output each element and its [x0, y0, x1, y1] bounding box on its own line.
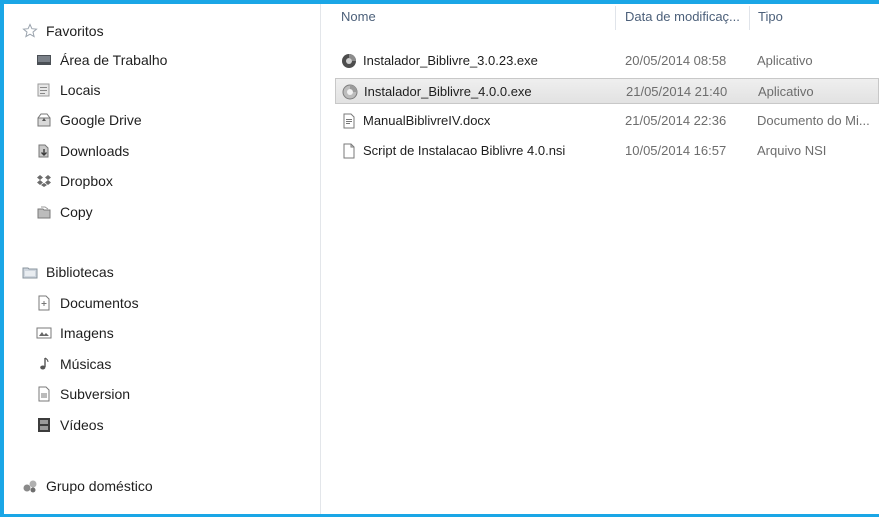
file-row[interactable]: Script de Instalacao Biblivre 4.0.nsi 10… — [335, 138, 879, 164]
nav-item-recent-places[interactable]: Locais — [36, 78, 100, 102]
nav-item-dropbox-label: Dropbox — [60, 173, 113, 189]
file-name: Instalador_Biblivre_4.0.0.exe — [364, 84, 532, 99]
file-icon — [341, 143, 357, 159]
column-header-date-label: Data de modificaç... — [625, 9, 740, 24]
column-header-date[interactable]: Data de modificaç... — [625, 4, 747, 32]
column-header-type-label: Tipo — [758, 9, 783, 24]
pictures-icon — [36, 325, 52, 341]
copy-folder-icon — [36, 204, 52, 220]
file-name-cell: Instalador_Biblivre_3.0.23.exe — [341, 48, 538, 74]
file-date: 10/05/2014 16:57 — [625, 143, 727, 158]
file-row[interactable]: Instalador_Biblivre_3.0.23.exe 20/05/201… — [335, 48, 879, 74]
installer-icon — [341, 53, 357, 69]
nav-homegroup-label: Grupo doméstico — [46, 478, 153, 494]
desktop-icon — [36, 52, 52, 68]
homegroup-icon — [22, 478, 38, 494]
nav-libraries-label: Bibliotecas — [46, 264, 114, 280]
nav-item-subversion[interactable]: Subversion — [36, 382, 130, 406]
documents-icon — [36, 295, 52, 311]
column-header-name[interactable]: Nome — [341, 4, 611, 32]
nav-item-copy-label: Copy — [60, 204, 93, 220]
nav-item-pictures[interactable]: Imagens — [36, 321, 114, 345]
nav-favorites[interactable]: Favoritos — [22, 19, 104, 43]
nav-item-downloads-label: Downloads — [60, 143, 130, 159]
file-list-pane: Nome Data de modificaç... Tipo Instalado… — [321, 4, 879, 514]
recent-places-icon — [36, 82, 52, 98]
file-date: 20/05/2014 08:58 — [625, 53, 727, 68]
nav-homegroup[interactable]: Grupo doméstico — [22, 474, 153, 498]
nav-item-google-drive-label: Google Drive — [60, 112, 142, 128]
nav-item-videos-label: Vídeos — [60, 417, 104, 433]
nav-item-google-drive[interactable]: Google Drive — [36, 108, 142, 132]
libraries-icon — [22, 264, 38, 280]
nav-item-downloads[interactable]: Downloads — [36, 139, 129, 163]
navigation-pane: Favoritos Área de Trabalho Locais Google… — [4, 4, 321, 514]
videos-icon — [36, 417, 52, 433]
star-icon — [22, 23, 38, 39]
file-name-cell: Script de Instalacao Biblivre 4.0.nsi — [341, 138, 565, 164]
file-name-cell: ManualBiblivreIV.docx — [341, 108, 490, 134]
file-type: Arquivo NSI — [757, 143, 827, 158]
nav-item-desktop[interactable]: Área de Trabalho — [36, 48, 167, 72]
downloads-icon — [36, 143, 52, 159]
installer-icon — [342, 84, 358, 100]
nav-item-music-label: Músicas — [60, 356, 112, 372]
nav-libraries[interactable]: Bibliotecas — [22, 260, 114, 284]
file-name-cell: Instalador_Biblivre_4.0.0.exe — [342, 79, 532, 105]
file-type: Aplicativo — [757, 53, 813, 68]
column-header-type[interactable]: Tipo — [758, 4, 868, 32]
file-date: 21/05/2014 22:36 — [625, 113, 727, 128]
column-separator[interactable] — [749, 6, 750, 30]
nav-item-dropbox[interactable]: Dropbox — [36, 169, 113, 193]
music-icon — [36, 356, 52, 372]
file-date: 21/05/2014 21:40 — [626, 84, 728, 99]
file-name: Instalador_Biblivre_3.0.23.exe — [363, 53, 538, 68]
nav-item-documents-label: Documentos — [60, 295, 139, 311]
column-separator[interactable] — [615, 6, 616, 30]
nav-item-music[interactable]: Músicas — [36, 352, 111, 376]
word-document-icon — [341, 113, 357, 129]
file-type: Aplicativo — [758, 84, 814, 99]
nav-item-subversion-label: Subversion — [60, 386, 131, 402]
column-header-name-label: Nome — [341, 9, 376, 24]
subversion-icon — [36, 386, 52, 402]
file-name: Script de Instalacao Biblivre 4.0.nsi — [363, 143, 566, 158]
nav-favorites-label: Favoritos — [46, 23, 104, 39]
nav-item-pictures-label: Imagens — [60, 325, 114, 341]
file-row[interactable]: ManualBiblivreIV.docx 21/05/2014 22:36 D… — [335, 108, 879, 134]
nav-item-desktop-label: Área de Trabalho — [60, 52, 168, 68]
google-drive-icon — [36, 112, 52, 128]
file-row-selected[interactable]: Instalador_Biblivre_4.0.0.exe 21/05/2014… — [335, 78, 879, 104]
file-name: ManualBiblivreIV.docx — [363, 113, 491, 128]
file-type: Documento do Mi... — [757, 113, 870, 128]
dropbox-icon — [36, 173, 52, 189]
nav-item-copy[interactable]: Copy — [36, 200, 93, 224]
nav-item-documents[interactable]: Documentos — [36, 291, 139, 315]
nav-item-videos[interactable]: Vídeos — [36, 413, 104, 437]
nav-item-recent-places-label: Locais — [60, 82, 101, 98]
